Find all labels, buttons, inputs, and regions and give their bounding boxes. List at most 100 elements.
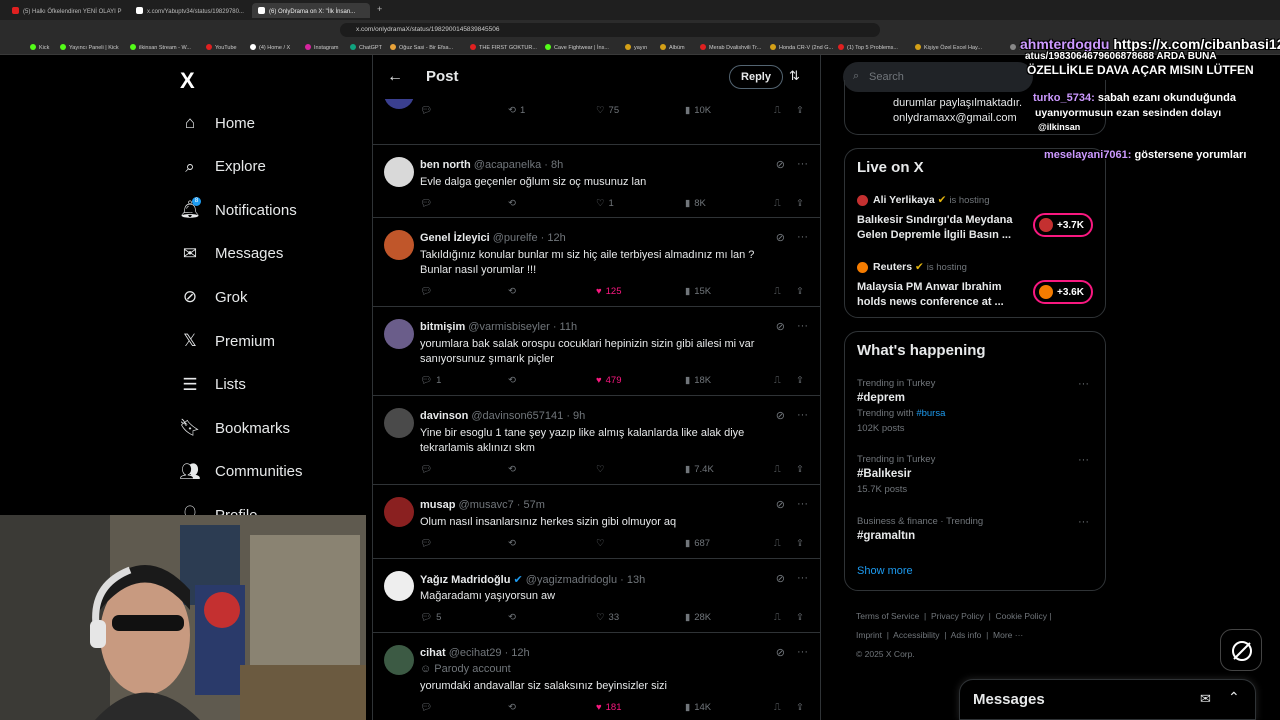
footer-link[interactable]: More ··· [993, 630, 1023, 640]
author-name[interactable]: musap [420, 499, 455, 511]
views-action[interactable]: ▮ 8K [685, 198, 706, 209]
footer-link[interactable]: Ads info [951, 630, 982, 640]
avatar[interactable] [384, 319, 414, 349]
share-action[interactable]: ⇪ [796, 464, 804, 475]
new-message-icon[interactable]: ✉ [1200, 691, 1211, 707]
more-options-icon[interactable]: ··· [797, 498, 808, 511]
reply-action[interactable]: 💬︎ [420, 286, 436, 297]
bookmark-item[interactable]: Honda CR-V (2nd G... [770, 44, 833, 51]
repost-action[interactable]: ⟲ [508, 702, 520, 713]
browser-tab[interactable]: (5) Halkı Öfkelendiren YENİ OLAYI P [6, 3, 124, 18]
grok-explain-icon[interactable]: ⊘ [776, 320, 785, 333]
share-action[interactable]: ⇪ [796, 538, 804, 549]
author-name[interactable]: ben north [420, 159, 471, 171]
more-options-icon[interactable]: ··· [797, 646, 808, 659]
reply-action[interactable]: 💬︎ [420, 105, 436, 116]
reply-action[interactable]: 💬︎ [420, 464, 436, 475]
bookmark-item[interactable]: ilkinsan Stream - W... [130, 44, 191, 51]
repost-action[interactable]: ⟲ [508, 198, 520, 209]
grok-fab-button[interactable] [1220, 629, 1262, 671]
bookmark-item[interactable]: Oğuz Sasi - Bir Efsa... [390, 44, 453, 51]
views-action[interactable]: ▮ 687 [685, 538, 710, 549]
like-action[interactable]: ♡ [596, 538, 609, 549]
bookmark-item[interactable]: YouTube [206, 44, 237, 51]
repost-action[interactable]: ⟲ [508, 286, 520, 297]
author-handle[interactable]: @varmisbiseyler [468, 321, 549, 333]
sidebar-item-explore[interactable]: ⌕ Explore [180, 152, 266, 182]
trend-item[interactable]: Business & finance · Trending #gramaltın ·… [857, 516, 1097, 542]
live-listeners-button[interactable]: +3.6K [1033, 280, 1093, 304]
bookmark-action[interactable]: ⎍ [774, 105, 781, 116]
trend-item[interactable]: Trending in Turkey #Balıkesir ··· 15.7K pos… [857, 454, 1097, 495]
trend-item[interactable]: Trending in Turkey #deprem ··· Trending wit… [857, 378, 1097, 434]
like-action[interactable]: ♡ 33 [596, 612, 619, 623]
show-more-link[interactable]: Show more [857, 565, 913, 577]
reply-tweet[interactable]: Yağız Madridoğlu ✔ @yagizmadridoglu · 13… [373, 559, 820, 633]
sidebar-item-bookmarks[interactable]: 🔖︎ Bookmarks [179, 413, 290, 443]
more-options-icon[interactable]: ··· [797, 409, 808, 422]
bookmark-item[interactable]: (1) Top 5 Problems... [838, 44, 898, 51]
bookmark-item[interactable]: Instagram [305, 44, 338, 51]
author-name[interactable]: Genel İzleyici [420, 232, 490, 244]
grok-explain-icon[interactable]: ⊘ [776, 158, 785, 171]
repost-action[interactable]: ⟲ [508, 538, 520, 549]
share-action[interactable]: ⇪ [796, 105, 804, 116]
author-handle[interactable]: @ecihat29 [449, 647, 502, 659]
live-item[interactable]: Reuters ✔ is hosting Malaysia PM Anwar Ib… [857, 260, 1097, 315]
more-options-icon[interactable]: ··· [797, 158, 808, 171]
author-handle[interactable]: @purelfe [493, 232, 538, 244]
avatar[interactable] [384, 571, 414, 601]
bookmark-action[interactable]: ⎍ [774, 464, 781, 475]
author-handle[interactable]: @acapanelka [474, 159, 541, 171]
more-options-icon[interactable]: ··· [797, 320, 808, 333]
like-action[interactable]: ♡ 1 [596, 198, 614, 209]
like-action[interactable]: ♥ 479 [596, 375, 622, 386]
grok-explain-icon[interactable]: ⊘ [776, 646, 785, 659]
sidebar-item-home[interactable]: ⌂ Home [180, 108, 255, 138]
views-action[interactable]: ▮ 18K [685, 375, 711, 386]
reply-tweet[interactable]: bitmişim @varmisbiseyler · 11h ⊘ ··· yoruml… [373, 307, 820, 396]
more-options-icon[interactable]: ··· [1078, 516, 1089, 528]
more-options-icon[interactable]: ··· [1078, 454, 1089, 466]
url-field[interactable]: x.com/onlydramaX/status/1982900145839845… [340, 23, 880, 37]
reply-action[interactable]: 💬︎ [420, 198, 436, 209]
reply-tweet[interactable]: cihat @ecihat29 · 12h ⊘ ··· ☺ Parody accoun… [373, 633, 820, 720]
author-name[interactable]: davinson [420, 410, 468, 422]
expand-icon[interactable]: ⌃ [1228, 689, 1240, 706]
share-action[interactable]: ⇪ [796, 375, 804, 386]
like-action[interactable]: ♡ 75 [596, 105, 619, 116]
bookmark-item[interactable]: (4) Home / X [250, 44, 290, 51]
like-action[interactable]: ♥ 181 [596, 702, 622, 713]
footer-link[interactable]: Cookie Policy [996, 611, 1048, 621]
reply-action[interactable]: 💬︎ 5 [420, 612, 441, 623]
avatar[interactable] [384, 408, 414, 438]
views-action[interactable]: ▮ 15K [685, 286, 711, 297]
like-action[interactable]: ♡ [596, 464, 609, 475]
bookmark-item[interactable]: yayın [625, 44, 647, 51]
author-handle[interactable]: @yagizmadridoglu [526, 574, 617, 586]
bookmark-action[interactable]: ⎍ [774, 702, 781, 713]
filter-icon[interactable]: ⇅ [789, 68, 800, 84]
bookmark-action[interactable]: ⎍ [774, 198, 781, 209]
reply-action[interactable]: 💬︎ [420, 702, 436, 713]
grok-explain-icon[interactable]: ⊘ [776, 409, 785, 422]
reply-button[interactable]: Reply [729, 65, 783, 89]
author-name[interactable]: cihat [420, 647, 446, 659]
bookmark-item[interactable]: Kişiye Özel Excel Hay... [915, 44, 982, 51]
avatar[interactable] [384, 497, 414, 527]
messages-drawer[interactable]: Messages ✉ ⌃ [959, 679, 1256, 720]
live-listeners-button[interactable]: +3.7K [1033, 213, 1093, 237]
views-action[interactable]: ▮ 10K [685, 105, 711, 116]
sidebar-item-communities[interactable]: 👥︎ Communities [179, 457, 302, 487]
grok-explain-icon[interactable]: ⊘ [776, 231, 785, 244]
share-action[interactable]: ⇪ [796, 198, 804, 209]
share-action[interactable]: ⇪ [796, 702, 804, 713]
reply-tweet[interactable]: Genel İzleyici @purelfe · 12h ⊘ ··· Takıldı… [373, 218, 820, 307]
grok-explain-icon[interactable]: ⊘ [776, 498, 785, 511]
more-options-icon[interactable]: ··· [797, 231, 808, 244]
back-arrow-icon[interactable]: ← [387, 68, 403, 86]
browser-tab-active[interactable]: (6) OnlyDrama on X: "İlk İnsan... [252, 3, 370, 18]
author-name[interactable]: Yağız Madridoğlu [420, 574, 510, 586]
reply-action[interactable]: 💬︎ 1 [420, 375, 441, 386]
sidebar-item-grok[interactable]: ⊘ Grok [180, 282, 248, 312]
